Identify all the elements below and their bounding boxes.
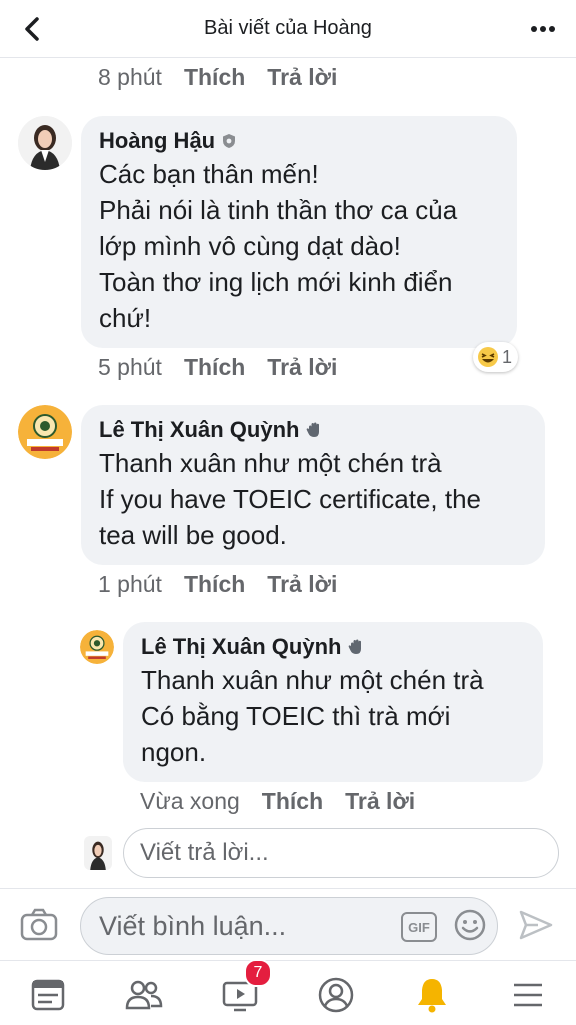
comment-time: Vừa xong	[140, 788, 240, 814]
class-logo-avatar-icon	[18, 405, 72, 459]
camera-icon[interactable]	[20, 907, 58, 941]
reply-button[interactable]: Trả lời	[267, 64, 337, 90]
comment-line: ngon.	[141, 737, 207, 767]
more-options-icon[interactable]	[528, 14, 558, 44]
comment-meta: 5 phút Thích Trả lời	[98, 354, 337, 381]
waving-hand-icon	[307, 422, 320, 437]
comment-line: tea will be good.	[99, 520, 287, 550]
like-button[interactable]: Thích	[184, 64, 245, 90]
friends-icon[interactable]	[124, 975, 164, 1015]
gif-button[interactable]: GIF	[401, 912, 437, 942]
comment-line: If you have TOEIC certificate, the	[99, 484, 482, 514]
comment-line: Có bằng TOEIC thì trà mới	[141, 701, 451, 731]
sticker-smile-icon[interactable]	[453, 908, 487, 942]
top-bar: Bài viết của Hoàng	[0, 0, 576, 58]
waving-hand-icon	[349, 639, 362, 654]
comment-composer: Viết bình luận... GIF	[0, 888, 576, 961]
avatar[interactable]	[18, 116, 72, 170]
class-logo-avatar-icon	[80, 630, 114, 664]
comment-line: Thanh xuân như một chén trà	[141, 665, 484, 695]
like-button[interactable]: Thích	[262, 788, 323, 814]
commenter-name-text: Lê Thị Xuân Quỳnh	[141, 634, 342, 659]
commenter-name[interactable]: Lê Thị Xuân Quỳnh	[141, 634, 525, 660]
comment-text: Thanh xuân như một chén trà Có bằng TOEI…	[141, 662, 525, 770]
reply-input[interactable]: Viết trả lời...	[123, 828, 559, 878]
comment-bubble[interactable]: Lê Thị Xuân Quỳnh Thanh xuân như một ché…	[81, 405, 545, 565]
news-feed-icon[interactable]	[28, 975, 68, 1015]
profile-icon[interactable]	[316, 975, 356, 1015]
woman-avatar-icon	[18, 116, 72, 170]
commenter-name-text: Hoàng Hậu	[99, 128, 216, 153]
comment-time: 8 phút	[98, 64, 162, 90]
comment-line: Phải nói là tinh thần thơ ca của	[99, 195, 458, 225]
comment-bubble[interactable]: Hoàng Hậu Các bạn thân mến! Phải nói là …	[81, 116, 517, 348]
reply-bubble[interactable]: Lê Thị Xuân Quỳnh Thanh xuân như một ché…	[123, 622, 543, 782]
comment-line: Thanh xuân như một chén trà	[99, 448, 442, 478]
like-button[interactable]: Thích	[184, 354, 245, 380]
send-icon[interactable]	[518, 909, 554, 941]
comment-line: Các bạn thân mến!	[99, 159, 319, 189]
commenter-name-text: Lê Thị Xuân Quỳnh	[99, 417, 300, 442]
reply-button[interactable]: Trả lời	[267, 354, 337, 380]
comment-meta: Vừa xong Thích Trả lời	[140, 788, 415, 815]
comment-line: chứ!	[99, 303, 152, 333]
notification-badge: 7	[244, 959, 272, 987]
current-user-avatar	[84, 836, 112, 870]
comment-text: Thanh xuân như một chén trà If you have …	[99, 445, 527, 553]
avatar[interactable]	[80, 630, 114, 664]
comment-text: Các bạn thân mến! Phải nói là tinh thần …	[99, 156, 499, 336]
page-title: Bài viết của Hoàng	[204, 17, 372, 39]
bottom-tab-bar: 7	[0, 959, 576, 1025]
reply-button[interactable]: Trả lời	[267, 571, 337, 597]
comment-line: lớp mình vô cùng dạt dào!	[99, 231, 401, 261]
laughing-emoji-icon	[478, 347, 498, 367]
like-button[interactable]: Thích	[184, 571, 245, 597]
comment-placeholder: Viết bình luận...	[99, 910, 287, 941]
avatar[interactable]	[18, 405, 72, 459]
menu-icon[interactable]	[508, 975, 548, 1015]
reply-button[interactable]: Trả lời	[345, 788, 415, 814]
reaction-summary[interactable]: 1	[473, 342, 519, 372]
comment-time: 5 phút	[98, 354, 162, 380]
comment-line: Toàn thơ ing lịch mới kinh điển	[99, 267, 453, 297]
reaction-count: 1	[502, 346, 513, 367]
comment-time: 1 phút	[98, 571, 162, 597]
comment-input[interactable]: Viết bình luận... GIF	[80, 897, 498, 955]
woman-avatar-icon	[84, 836, 112, 870]
commenter-name[interactable]: Lê Thị Xuân Quỳnh	[99, 417, 527, 443]
comment-meta: 8 phút Thích Trả lời	[98, 64, 337, 91]
commenter-name[interactable]: Hoàng Hậu	[99, 128, 499, 154]
notifications-bell-icon[interactable]	[412, 975, 452, 1015]
comment-meta: 1 phút Thích Trả lời	[98, 571, 337, 598]
admin-badge-icon	[223, 134, 236, 148]
reply-placeholder: Viết trả lời...	[140, 839, 269, 866]
